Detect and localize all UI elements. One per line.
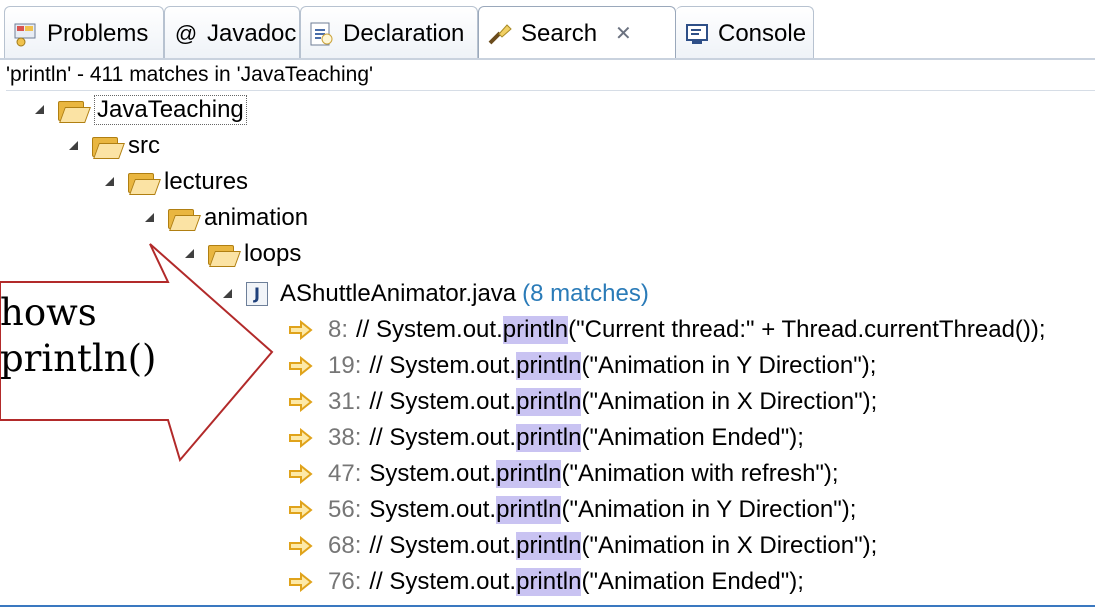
code-after: ("Animation in Y Direction"); — [581, 352, 877, 379]
view-tab-bar: Problems @ Javadoc Declaration Search ✕ … — [0, 0, 1095, 60]
match-highlight: println — [496, 496, 562, 524]
tab-label: Javadoc — [207, 19, 297, 47]
problems-icon — [13, 21, 39, 47]
tab-label: Search — [521, 19, 598, 47]
result-row[interactable]: 68: // System.out. println ("Animation in … — [288, 528, 877, 564]
code-before: System.out. — [369, 496, 497, 523]
scroll-edge-divider — [0, 605, 1095, 607]
match-highlight: println — [516, 532, 582, 560]
callout-arrow: hows println() — [0, 240, 380, 480]
callout-text-line2: println() — [0, 337, 157, 380]
code-before: // System.out. — [369, 424, 517, 451]
match-arrow-icon — [288, 535, 314, 557]
code-after: ("Animation Ended"); — [581, 568, 804, 595]
tab-label: Declaration — [343, 19, 465, 47]
code-before: // System.out. — [369, 532, 517, 559]
tab-javadoc[interactable]: @ Javadoc — [164, 6, 300, 60]
code-before: // System.out. — [369, 352, 517, 379]
console-icon — [684, 21, 710, 47]
at-icon: @ — [174, 20, 198, 46]
tab-search[interactable]: Search ✕ — [478, 6, 676, 60]
match-arrow-icon — [288, 571, 314, 593]
code-after: ("Current thread:" + Thread.currentThrea… — [568, 316, 1046, 343]
match-highlight: println — [516, 424, 582, 452]
result-row[interactable]: 8: // System.out. println ("Current threa… — [288, 312, 1046, 348]
tree-node-lectures[interactable]: lectures — [104, 164, 248, 200]
code-after: ("Animation in X Direction"); — [581, 388, 878, 415]
close-icon[interactable]: ✕ — [615, 21, 632, 46]
result-row[interactable]: 76: // System.out. println ("Animation End… — [288, 564, 804, 600]
node-label: src — [128, 132, 160, 159]
code-before: // System.out. — [369, 388, 517, 415]
match-highlight: println — [516, 568, 582, 596]
code-after: ("Animation in X Direction"); — [581, 532, 878, 559]
tab-label: Console — [718, 19, 807, 47]
tree-node-src[interactable]: src — [68, 128, 160, 164]
line-number: 68: — [328, 532, 362, 559]
expand-arrow-icon[interactable] — [104, 176, 116, 188]
tab-label: Problems — [47, 19, 149, 47]
code-after: ("Animation with refresh"); — [561, 460, 839, 487]
declaration-icon — [309, 21, 335, 47]
code-after: ("Animation Ended"); — [581, 424, 804, 451]
callout-text-line1: hows — [0, 291, 97, 334]
node-label: lectures — [164, 168, 249, 195]
node-label: animation — [204, 204, 309, 231]
result-row[interactable]: 56: System.out. println ("Animation in Y D… — [288, 492, 856, 528]
match-highlight: println — [516, 388, 582, 416]
expand-arrow-icon[interactable] — [68, 140, 80, 152]
tree-node-animation[interactable]: animation — [144, 200, 308, 236]
code-after: ("Animation in Y Direction"); — [561, 496, 857, 523]
folder-icon — [168, 207, 201, 231]
project-folder-icon — [58, 99, 91, 123]
search-result-summary: 'println' - 411 matches in 'JavaTeaching… — [6, 60, 1095, 91]
tab-declaration[interactable]: Declaration — [300, 6, 478, 60]
tree-node-project[interactable]: JavaTeaching — [34, 92, 247, 128]
match-highlight: println — [502, 316, 569, 344]
expand-arrow-icon[interactable] — [34, 104, 46, 116]
match-arrow-icon — [288, 499, 314, 521]
code-before: System.out. — [369, 460, 497, 487]
line-number: 76: — [328, 568, 362, 595]
folder-icon — [128, 171, 161, 195]
tab-problems[interactable]: Problems — [4, 6, 164, 60]
folder-icon — [92, 135, 125, 159]
match-highlight: println — [516, 352, 582, 380]
match-count: (8 matches) — [522, 280, 649, 307]
node-label: JavaTeaching — [94, 95, 247, 125]
search-icon — [487, 21, 513, 47]
code-before: // System.out. — [369, 568, 517, 595]
tab-console[interactable]: Console — [676, 6, 814, 60]
match-highlight: println — [496, 460, 562, 488]
expand-arrow-icon[interactable] — [144, 212, 156, 224]
line-number: 56: — [328, 496, 362, 523]
